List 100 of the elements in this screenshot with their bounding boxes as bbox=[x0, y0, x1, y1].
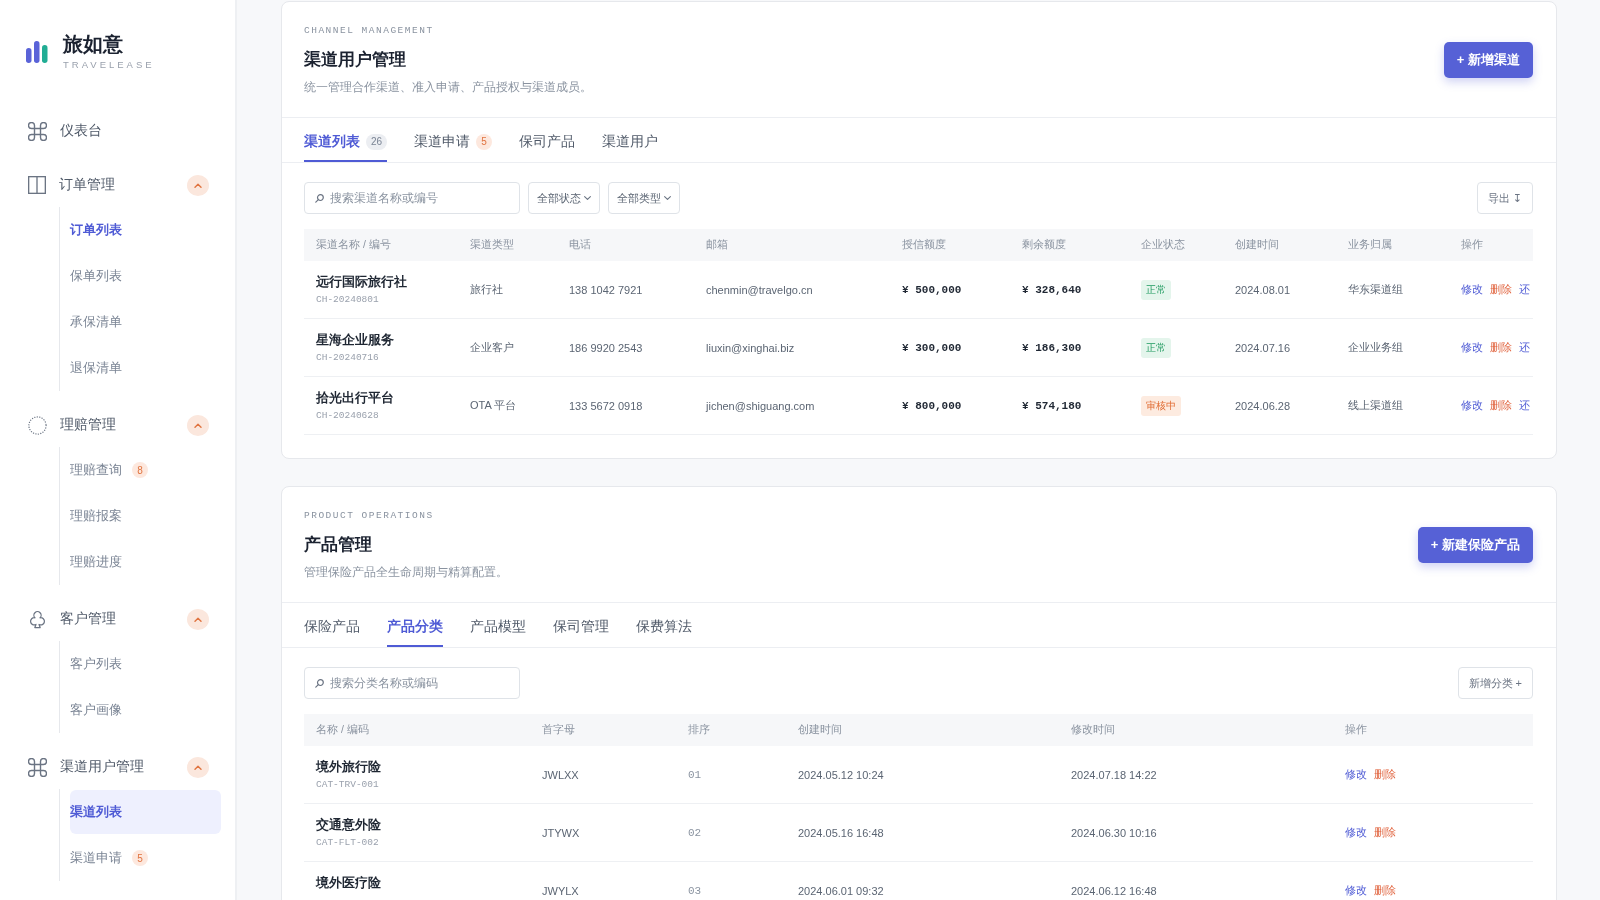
tab[interactable]: 保费算法 bbox=[636, 603, 692, 647]
edit-link[interactable]: 修改 bbox=[1461, 282, 1483, 297]
column-header: 渠道名称 / 编号 bbox=[316, 238, 391, 252]
toolbar-button[interactable]: 导出 ↧ bbox=[1476, 182, 1533, 214]
collapse-toggle[interactable] bbox=[187, 174, 209, 196]
tab[interactable]: 产品模型 bbox=[470, 603, 526, 647]
club-icon bbox=[28, 609, 47, 629]
row-name: 境外医疗险 bbox=[316, 875, 381, 892]
nav-sub-item[interactable]: 客户画像 bbox=[70, 688, 221, 732]
dotted-circle-icon bbox=[28, 415, 47, 435]
nav-item[interactable]: 仪表台 bbox=[60, 122, 102, 140]
nav-sub-item[interactable]: 订单列表 bbox=[70, 208, 221, 252]
brand-name: 旅如意 bbox=[63, 31, 124, 56]
nav-sub-item[interactable]: 客户列表 bbox=[70, 642, 221, 686]
nav-sub-item[interactable]: 理赔进度 bbox=[70, 540, 221, 584]
edit-link[interactable]: 修改 bbox=[1345, 883, 1367, 898]
tab[interactable]: 保司产品 bbox=[519, 118, 576, 162]
column-header: 邮箱 bbox=[706, 238, 728, 252]
nav-sub-item[interactable]: 渠道申请 5 bbox=[70, 836, 221, 880]
table-cell: jichen@shiguang.com bbox=[706, 399, 815, 412]
filter-dropdown[interactable]: 全部类型 bbox=[608, 182, 680, 214]
delete-link[interactable]: 删除 bbox=[1374, 825, 1396, 840]
delete-link[interactable]: 删除 bbox=[1374, 883, 1396, 898]
search-icon bbox=[315, 679, 324, 688]
add-button[interactable]: + 新增渠道 bbox=[1443, 42, 1533, 78]
nav-sub-item[interactable]: 承保清单 bbox=[70, 300, 221, 344]
column-header: 名称 / 编码 bbox=[316, 723, 369, 737]
table-cell: 线上渠道组 bbox=[1348, 398, 1403, 413]
collapse-toggle[interactable] bbox=[187, 608, 209, 630]
table-cell: 2024.06.01 09:32 bbox=[798, 884, 884, 897]
filter-dropdown[interactable]: 全部状态 bbox=[528, 182, 600, 214]
collapse-toggle[interactable] bbox=[187, 414, 209, 436]
delete-link[interactable]: 删除 bbox=[1490, 398, 1512, 413]
table-cell: 138 1042 7921 bbox=[569, 283, 643, 296]
toolbar-button[interactable]: 新增分类 + bbox=[1457, 667, 1533, 699]
amount-cell: ¥ 500,000 bbox=[902, 283, 962, 296]
row-code: CH-20240716 bbox=[316, 352, 379, 364]
action-link[interactable]: 还 bbox=[1519, 282, 1530, 297]
row-name: 境外旅行险 bbox=[316, 759, 381, 776]
command-icon bbox=[28, 121, 47, 141]
add-button[interactable]: + 新建保险产品 bbox=[1417, 527, 1533, 563]
amount-cell: ¥ 800,000 bbox=[902, 399, 962, 412]
collapse-toggle[interactable] bbox=[187, 756, 209, 778]
tab[interactable]: 渠道列表 26 bbox=[304, 118, 388, 162]
count-badge: 5 bbox=[132, 850, 148, 866]
action-link[interactable]: 还 bbox=[1519, 398, 1530, 413]
table-cell: 2024.07.16 bbox=[1235, 341, 1291, 354]
command-icon bbox=[28, 757, 47, 777]
section-title: 产品管理 bbox=[304, 534, 373, 556]
nav-sub-item[interactable]: 退保清单 bbox=[70, 346, 221, 390]
delete-link[interactable]: 删除 bbox=[1490, 340, 1512, 355]
search-icon bbox=[315, 194, 324, 203]
edit-link[interactable]: 修改 bbox=[1345, 767, 1367, 782]
section-eyebrow: PRODUCT OPERATIONS bbox=[304, 509, 435, 523]
logo-bars-icon bbox=[26, 39, 48, 63]
nav-group-label[interactable]: 客户管理 bbox=[60, 610, 116, 628]
row-code: CH-20240628 bbox=[316, 410, 379, 422]
amount-cell: ¥ 300,000 bbox=[902, 341, 962, 354]
nav-group-label[interactable]: 渠道用户管理 bbox=[60, 758, 144, 776]
action-link[interactable]: 还 bbox=[1519, 340, 1530, 355]
search-field[interactable]: 搜索渠道名称或编号 bbox=[304, 182, 520, 214]
chevron-down-icon bbox=[664, 196, 671, 200]
nav-sub-item[interactable]: 渠道列表 bbox=[70, 790, 221, 834]
delete-link[interactable]: 删除 bbox=[1490, 282, 1512, 297]
caret-icon bbox=[194, 182, 202, 188]
edit-link[interactable]: 修改 bbox=[1461, 340, 1483, 355]
table-cell: 133 5672 0918 bbox=[569, 399, 643, 412]
brand-subtitle: TRAVELEASE bbox=[63, 58, 155, 71]
nav-sub-item[interactable]: 保单列表 bbox=[70, 254, 221, 298]
tab[interactable]: 渠道申请 5 bbox=[414, 118, 493, 162]
section-description: 统一管理合作渠道、准入申请、产品授权与渠道成员。 bbox=[304, 79, 592, 96]
tab[interactable]: 保险产品 bbox=[304, 603, 360, 647]
sort-order-cell: 02 bbox=[688, 826, 702, 839]
nav-group-label[interactable]: 订单管理 bbox=[59, 176, 115, 194]
column-header: 电话 bbox=[569, 238, 591, 252]
section-title: 渠道用户管理 bbox=[304, 49, 407, 71]
tab[interactable]: 产品分类 bbox=[387, 603, 443, 647]
edit-link[interactable]: 修改 bbox=[1345, 825, 1367, 840]
edit-link[interactable]: 修改 bbox=[1461, 398, 1483, 413]
tab[interactable]: 保司管理 bbox=[553, 603, 609, 647]
row-code: CAT-TRV-001 bbox=[316, 779, 379, 791]
amount-cell: ¥ 328,640 bbox=[1022, 283, 1082, 296]
column-header: 渠道类型 bbox=[470, 238, 514, 252]
nav-sub-item[interactable]: 理赔查询 8 bbox=[70, 448, 221, 492]
status-tag: 审核中 bbox=[1141, 395, 1181, 416]
table-cell: JWLXX bbox=[542, 768, 579, 781]
nav-sub-item[interactable]: 理赔报案 bbox=[70, 494, 221, 538]
search-field[interactable]: 搜索分类名称或编码 bbox=[304, 667, 520, 699]
table-cell: JTYWX bbox=[542, 826, 580, 839]
row-code: CH-20240801 bbox=[316, 294, 379, 306]
table-cell: 2024.08.01 bbox=[1235, 283, 1291, 296]
tab[interactable]: 渠道用户 bbox=[602, 118, 659, 162]
table-cell: 186 9920 2543 bbox=[569, 341, 643, 354]
nav-group-label[interactable]: 理赔管理 bbox=[60, 416, 116, 434]
row-code: CAT-FLT-002 bbox=[316, 837, 379, 849]
column-header: 首字母 bbox=[542, 723, 575, 737]
section-description: 管理保险产品全生命周期与精算配置。 bbox=[304, 564, 508, 581]
delete-link[interactable]: 删除 bbox=[1374, 767, 1396, 782]
table-cell: 企业客户 bbox=[470, 340, 514, 355]
status-tag: 正常 bbox=[1141, 337, 1171, 358]
